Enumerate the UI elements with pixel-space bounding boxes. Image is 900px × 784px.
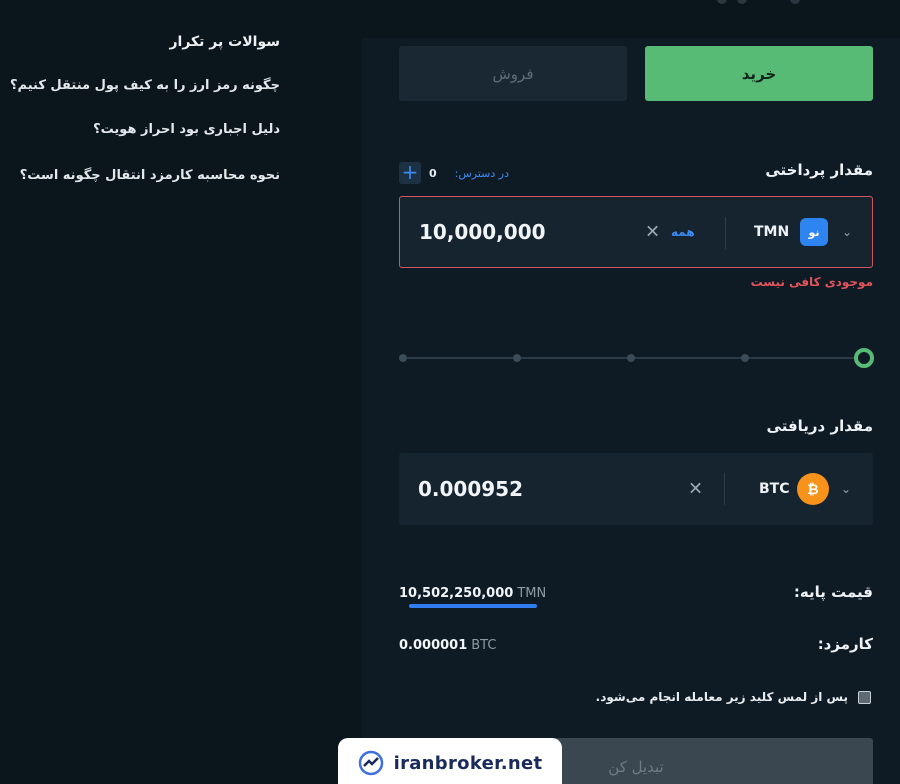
insufficient-balance-error: موجودی کافی نیست bbox=[750, 275, 873, 289]
faq-item-transfer-to-wallet[interactable]: چگونه رمز ارز را به کیف پول منتقل کنیم؟ bbox=[10, 78, 280, 93]
chevron-down-icon[interactable]: ⌄ bbox=[841, 482, 851, 496]
base-price-value: 10,502,250,000 bbox=[399, 586, 514, 601]
available-value: 0 bbox=[429, 166, 437, 180]
slider-step-75[interactable] bbox=[741, 354, 749, 362]
trend-icon bbox=[358, 750, 383, 776]
confirm-row: پس از لمس کلید زیر معامله انجام می‌شود. bbox=[596, 690, 871, 704]
tab-sell[interactable]: فروش bbox=[399, 46, 627, 101]
payment-currency-code: TMN bbox=[754, 224, 790, 240]
field-divider bbox=[725, 217, 726, 249]
slider-step-25[interactable] bbox=[513, 354, 521, 362]
slider-track bbox=[403, 357, 867, 359]
receive-label: مقدار دریافتی bbox=[766, 417, 873, 435]
bitcoin-icon: ₿ bbox=[797, 473, 829, 505]
clear-receive-icon[interactable]: ✕ bbox=[688, 479, 703, 500]
fee: 0.000001 BTC bbox=[399, 634, 496, 653]
payment-amount-field[interactable]: 10,000,000 ✕ همه TMN نو ⌄ bbox=[399, 196, 873, 268]
fee-unit: BTC bbox=[471, 638, 497, 653]
faq-sidebar: سوالات پر تکرار چگونه رمز ارز را به کیف … bbox=[0, 0, 300, 784]
chevron-down-icon[interactable]: ⌄ bbox=[842, 225, 852, 239]
base-price: 10,502,250,000 TMN bbox=[399, 582, 546, 601]
deposit-plus-button[interactable]: + bbox=[399, 162, 421, 184]
payment-label: مقدار پرداختی bbox=[765, 161, 873, 179]
base-price-label: قیمت پایه: bbox=[793, 583, 873, 601]
confirm-text: پس از لمس کلید زیر معامله انجام می‌شود. bbox=[595, 690, 848, 704]
watermark-text: iranbroker.net bbox=[393, 752, 543, 774]
faq-item-kyc-reason[interactable]: دلیل اجباری بود احراز هویت؟ bbox=[93, 122, 280, 137]
all-balance-button[interactable]: همه bbox=[671, 225, 695, 239]
slider-step-50[interactable] bbox=[627, 354, 635, 362]
slider-step-0[interactable] bbox=[399, 354, 407, 362]
trade-panel: خرید فروش مقدار پرداختی + 0 در دسترس: 10… bbox=[362, 38, 900, 784]
faq-title: سوالات پر تکرار bbox=[169, 34, 280, 50]
top-bar-icon bbox=[717, 0, 727, 4]
tab-buy[interactable]: خرید bbox=[645, 46, 873, 101]
field-divider bbox=[724, 473, 725, 505]
top-bar-icon bbox=[737, 0, 747, 4]
receive-amount-field[interactable]: 0.000952 ✕ BTC ₿ ⌄ bbox=[399, 453, 873, 525]
confirm-checkbox[interactable] bbox=[858, 690, 871, 704]
top-bar-icon bbox=[790, 0, 800, 4]
available-label: در دسترس: bbox=[454, 166, 510, 180]
clear-payment-icon[interactable]: ✕ bbox=[645, 222, 660, 243]
base-price-unit: TMN bbox=[517, 586, 547, 601]
watermark: iranbroker.net bbox=[338, 738, 562, 784]
receive-amount-input[interactable]: 0.000952 bbox=[418, 477, 523, 501]
available-balance: + 0 در دسترس: bbox=[399, 162, 509, 184]
price-refresh-bar-fill bbox=[409, 604, 537, 608]
faq-item-fee-calculation[interactable]: نحوه محاسبه کارمزد انتقال چگونه است؟ bbox=[20, 168, 280, 183]
payment-amount-input[interactable]: 10,000,000 bbox=[419, 220, 546, 244]
novin-logo-icon: نو bbox=[800, 218, 828, 246]
price-refresh-bar bbox=[409, 604, 537, 608]
amount-slider[interactable] bbox=[399, 346, 874, 370]
fee-label: کارمزد: bbox=[817, 635, 873, 653]
fee-value: 0.000001 bbox=[399, 638, 468, 653]
slider-handle[interactable] bbox=[854, 348, 874, 368]
receive-currency-code: BTC bbox=[759, 481, 790, 497]
